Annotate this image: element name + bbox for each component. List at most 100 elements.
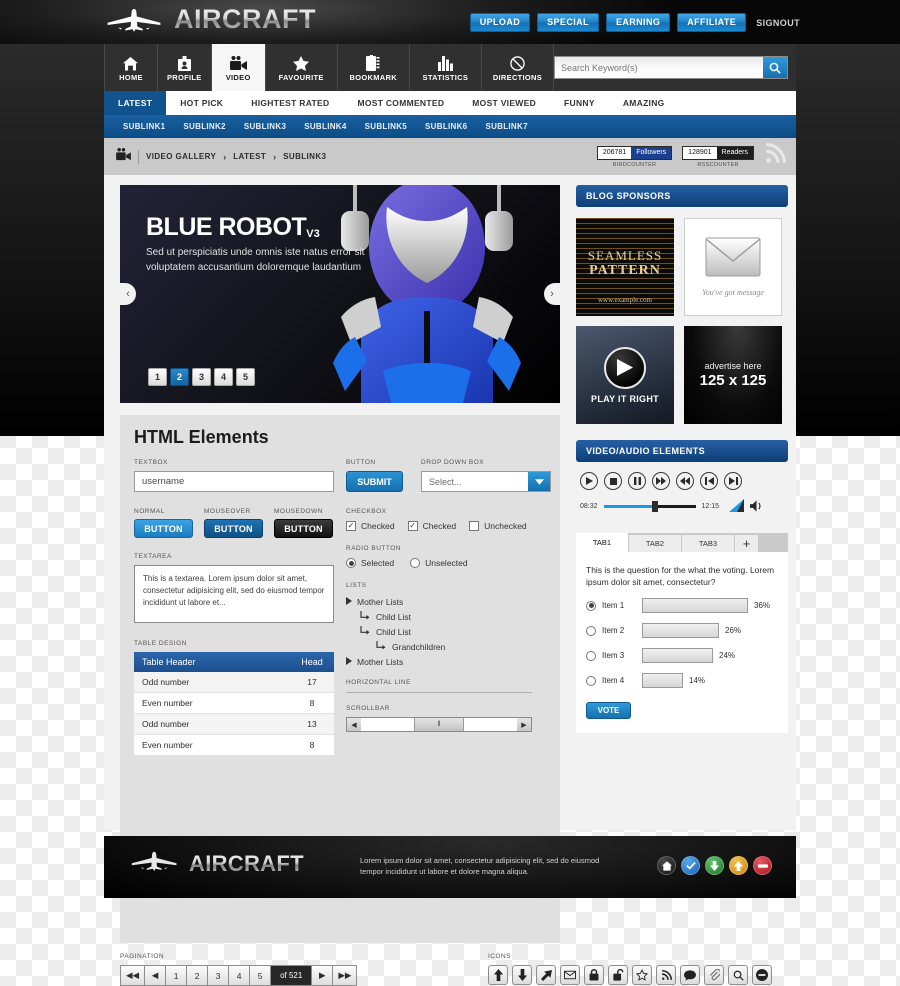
nav-item-video[interactable]: VIDEO [211, 44, 266, 91]
tab-amazing[interactable]: AMAZING [609, 91, 679, 115]
sponsor-advertise-here[interactable]: advertise here 125 x 125 [684, 326, 782, 424]
footer-brand[interactable]: AIRCRAFT [128, 850, 304, 877]
pagination-page-1[interactable]: 1 [166, 966, 188, 985]
demo-textarea[interactable]: This is a textarea. Lorem ipsum dolor si… [134, 565, 334, 623]
select-dropdown[interactable]: Select... [421, 471, 551, 492]
special-button[interactable]: SPECIAL [537, 13, 599, 32]
arrow-up-icon[interactable] [488, 965, 508, 985]
arrow-down-icon[interactable] [512, 965, 532, 985]
tab-funny[interactable]: FUNNY [550, 91, 609, 115]
sublink-1[interactable]: SUBLINK1 [114, 122, 174, 131]
list-item[interactable]: Mother Lists [346, 594, 548, 609]
checkbox-item-3[interactable]: Unchecked [469, 521, 527, 531]
list-item[interactable]: Grandchildren [346, 639, 548, 654]
tab-3[interactable]: TAB3 [682, 535, 735, 552]
pagination-page-3[interactable]: 3 [208, 966, 230, 985]
sublink-6[interactable]: SUBLINK6 [416, 122, 476, 131]
rss-icon[interactable] [656, 965, 676, 985]
tab-2[interactable]: TAB2 [629, 535, 682, 552]
arrow-diagonal-icon[interactable] [536, 965, 556, 985]
pagination-page-2[interactable]: 2 [187, 966, 209, 985]
bird-counter[interactable]: 206781 Followers BIRDCOUNTER [596, 145, 673, 168]
radio-unselected-icon[interactable] [586, 675, 596, 686]
radio-item-selected[interactable]: Selected [346, 558, 394, 568]
tab-most-commented[interactable]: MOST COMMENTED [343, 91, 458, 115]
nav-item-directions[interactable]: DIRECTIONS [481, 44, 555, 91]
search-input[interactable] [555, 57, 764, 78]
nav-item-statistics[interactable]: STATISTICS [409, 44, 482, 91]
pagination-last-button[interactable]: ▶▶ [333, 966, 357, 985]
nav-item-favourite[interactable]: FAVOURITE [265, 44, 338, 91]
hero-prev-button[interactable]: ‹ [120, 283, 136, 305]
rss-counter[interactable]: 128901 Readers RSSCOUNTER [682, 145, 754, 168]
signout-link[interactable]: SIGNOUT [753, 18, 800, 28]
sublink-4[interactable]: SUBLINK4 [295, 122, 355, 131]
hero-dot-3[interactable]: 3 [192, 368, 211, 386]
sublink-5[interactable]: SUBLINK5 [356, 122, 416, 131]
next-track-button[interactable] [724, 472, 742, 490]
radio-selected-icon[interactable] [346, 558, 356, 568]
button-mouseover[interactable]: BUTTON [204, 519, 263, 538]
search-icon[interactable] [728, 965, 748, 985]
nav-item-home[interactable]: HOME [104, 44, 158, 91]
search-icon[interactable] [763, 57, 788, 78]
brand-logo[interactable]: AIRCRAFT [104, 4, 316, 35]
previous-track-button[interactable] [700, 472, 718, 490]
username-input[interactable] [134, 471, 334, 492]
vote-button[interactable]: VOTE [586, 702, 631, 719]
poll-option[interactable]: Item 4 14% [586, 673, 778, 688]
pagination-next-button[interactable]: ▶ [312, 966, 334, 985]
tab-1[interactable]: TAB1 [576, 533, 629, 552]
submit-button[interactable]: SUBMIT [346, 471, 403, 492]
volume-control[interactable] [729, 499, 763, 513]
lock-open-icon[interactable] [608, 965, 628, 985]
search-box[interactable] [554, 56, 789, 79]
tab-latest[interactable]: LATEST [104, 91, 167, 115]
pagination-first-button[interactable]: ◀◀ [121, 966, 146, 985]
pagination-page-5[interactable]: 5 [250, 966, 272, 985]
lock-closed-icon[interactable] [584, 965, 604, 985]
progress-thumb[interactable] [651, 500, 658, 512]
radio-unselected-icon[interactable] [586, 650, 596, 661]
minus-circle-icon[interactable] [753, 856, 772, 875]
download-circle-icon[interactable] [705, 856, 724, 875]
play-button[interactable] [580, 472, 598, 490]
sponsor-play-it-right[interactable]: PLAY IT RIGHT [576, 326, 674, 424]
list-item[interactable]: Child List [346, 609, 548, 624]
tab-most-viewed[interactable]: MOST VIEWED [458, 91, 550, 115]
minus-circle-icon[interactable] [752, 965, 772, 985]
checkbox-item-1[interactable]: ✓ Checked [346, 521, 395, 531]
stop-button[interactable] [604, 472, 622, 490]
home-circle-icon[interactable] [657, 856, 676, 875]
sublink-7[interactable]: SUBLINK7 [476, 122, 536, 131]
upload-button[interactable]: UPLOAD [469, 13, 531, 32]
list-item[interactable]: Child List [346, 624, 548, 639]
checkbox-unchecked-icon[interactable] [469, 521, 480, 531]
affiliate-button[interactable]: AFFILIATE [677, 13, 747, 32]
pagination-prev-button[interactable]: ◀ [145, 966, 167, 985]
radio-selected-icon[interactable] [586, 600, 596, 611]
breadcrumb-item-gallery[interactable]: VIDEO GALLERY [146, 152, 216, 161]
upload-circle-icon[interactable] [729, 856, 748, 875]
progress-slider[interactable] [603, 500, 696, 512]
pause-button[interactable] [628, 472, 646, 490]
nav-item-bookmark[interactable]: BOOKMARK [337, 44, 410, 91]
button-mousedown[interactable]: BUTTON [274, 519, 333, 538]
rewind-button[interactable] [676, 472, 694, 490]
paperclip-icon[interactable] [704, 965, 724, 985]
comment-icon[interactable] [680, 965, 700, 985]
sublink-2[interactable]: SUBLINK2 [174, 122, 234, 131]
radio-unselected-icon[interactable] [410, 558, 421, 568]
fast-forward-button[interactable] [652, 472, 670, 490]
radio-item-unselected[interactable]: Unselected [410, 558, 468, 568]
list-item[interactable]: Mother Lists [346, 654, 548, 669]
checkbox-checked-icon[interactable]: ✓ [346, 521, 356, 531]
chevron-down-icon[interactable] [528, 472, 550, 491]
button-normal[interactable]: BUTTON [134, 519, 193, 538]
checkbox-checked-icon[interactable]: ✓ [407, 521, 418, 531]
check-circle-icon[interactable] [681, 856, 700, 875]
radio-unselected-icon[interactable] [586, 625, 596, 636]
poll-option[interactable]: Item 2 26% [586, 623, 778, 638]
hero-dot-1[interactable]: 1 [148, 368, 167, 386]
hero-dot-4[interactable]: 4 [214, 368, 233, 386]
